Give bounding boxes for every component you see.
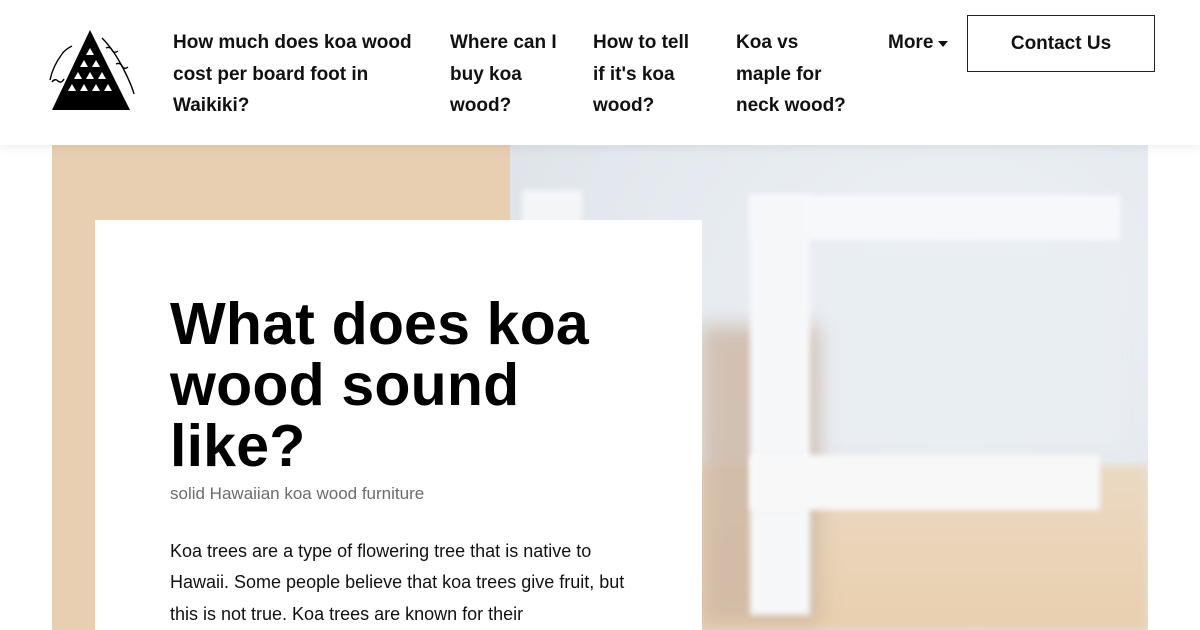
- site-logo[interactable]: [46, 24, 142, 120]
- contact-us-button[interactable]: Contact Us: [967, 15, 1155, 72]
- nav-more-label: More: [888, 32, 934, 53]
- hero-image-shelf-middle: [750, 455, 1100, 510]
- article-subtitle: solid Hawaiian koa wood furniture: [170, 484, 425, 503]
- site-header: How much does koa wood cost per board fo…: [0, 0, 1200, 145]
- nav-link-where-buy[interactable]: Where can I buy koa wood?: [450, 27, 565, 122]
- logo-triangle-icon: [52, 30, 130, 110]
- nav-more-dropdown[interactable]: More: [888, 27, 963, 59]
- article-intro: Koa trees are a type of flowering tree t…: [170, 541, 625, 624]
- nav-link-koa-cost[interactable]: How much does koa wood cost per board fo…: [173, 27, 423, 122]
- hero-image-shelf-leg: [750, 195, 810, 615]
- nav-link-tell-koa[interactable]: How to tell if it's koa wood?: [593, 27, 703, 122]
- hero-image-window: [820, 245, 1120, 445]
- page-title: What does koa wood sound like?: [170, 291, 589, 479]
- article-card: What does koa wood sound like? solid Haw…: [95, 220, 702, 630]
- nav-link-koa-vs-maple[interactable]: Koa vs maple for neck wood?: [736, 27, 851, 122]
- chevron-down-icon: [938, 40, 949, 47]
